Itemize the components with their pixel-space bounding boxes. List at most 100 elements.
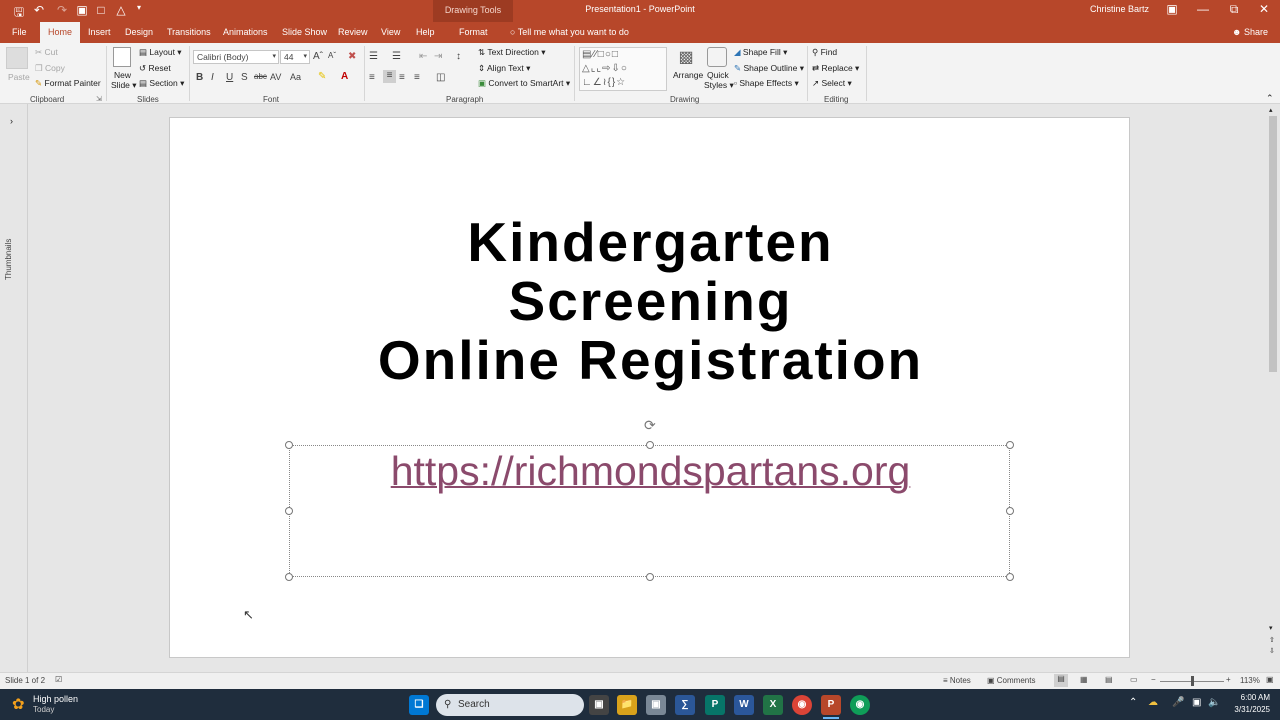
spelling-icon[interactable]: ☑ bbox=[55, 675, 62, 684]
from-beginning-icon[interactable]: ▣ bbox=[74, 3, 90, 17]
shape-outline-button[interactable]: ✎ Shape Outline ▾ bbox=[734, 63, 804, 74]
zoom-in-icon[interactable]: + bbox=[1226, 675, 1231, 684]
resize-handle[interactable] bbox=[1006, 573, 1014, 581]
tab-design[interactable]: Design bbox=[121, 25, 157, 43]
scroll-down-icon[interactable]: ▾ bbox=[1269, 624, 1273, 632]
print-preview-icon[interactable]: □ bbox=[93, 3, 109, 17]
find-button[interactable]: ⚲ Find bbox=[812, 47, 837, 58]
customize-qat-icon[interactable]: ▾ bbox=[131, 3, 147, 12]
zoom-slider-thumb[interactable] bbox=[1191, 676, 1194, 686]
convert-smartart-button[interactable]: ▣ Convert to SmartArt ▾ bbox=[478, 78, 570, 89]
comments-button[interactable]: ▣ Comments bbox=[987, 676, 1035, 685]
task-view-icon[interactable]: ▣ bbox=[589, 695, 609, 715]
char-spacing-icon[interactable]: AV bbox=[270, 72, 281, 82]
clock-time[interactable]: 6:00 AM bbox=[1226, 693, 1270, 702]
resize-handle[interactable] bbox=[285, 441, 293, 449]
decrease-indent-icon[interactable]: ⇤ bbox=[419, 51, 427, 62]
new-slide-icon[interactable] bbox=[113, 47, 131, 67]
text-direction-button[interactable]: ⇅ Text Direction ▾ bbox=[478, 47, 545, 58]
font-size-select[interactable]: 44 ▾ bbox=[280, 50, 310, 64]
resize-handle[interactable] bbox=[646, 573, 654, 581]
weather-title[interactable]: High pollen bbox=[33, 694, 78, 704]
line-spacing-icon[interactable]: ↕ bbox=[456, 51, 461, 62]
tab-home[interactable]: Home bbox=[40, 22, 81, 43]
italic-icon[interactable]: I bbox=[211, 72, 214, 83]
slide-sorter-icon[interactable]: ▦ bbox=[1080, 675, 1088, 684]
arrange-icon[interactable]: ▩ bbox=[677, 47, 695, 67]
restore-button[interactable]: ⧉ bbox=[1220, 2, 1248, 17]
shadow-icon[interactable]: S bbox=[241, 72, 248, 83]
fit-to-window-icon[interactable]: ▣ bbox=[1266, 675, 1274, 684]
slide-title[interactable]: Kindergarten Screening Online Registrati… bbox=[170, 213, 1131, 390]
zoom-out-icon[interactable]: − bbox=[1151, 675, 1156, 684]
strikethrough-icon[interactable]: abc bbox=[254, 72, 267, 81]
user-name[interactable]: Christine Bartz bbox=[1090, 4, 1149, 14]
paste-button[interactable]: Paste bbox=[8, 72, 30, 82]
minimize-button[interactable]: — bbox=[1189, 2, 1217, 16]
resize-handle[interactable] bbox=[646, 441, 654, 449]
resize-handle[interactable] bbox=[285, 507, 293, 515]
speaker-icon[interactable]: 🔈 bbox=[1208, 697, 1220, 708]
underline-icon[interactable]: U bbox=[226, 72, 233, 83]
format-painter-button[interactable]: ✎ Format Painter bbox=[35, 78, 101, 89]
font-name-select[interactable]: Calibri (Body) ▾ bbox=[193, 50, 279, 64]
bullets-icon[interactable]: ☰ bbox=[369, 51, 378, 62]
normal-view-icon[interactable]: ▤ bbox=[1054, 674, 1068, 687]
new-slide-button[interactable]: New bbox=[114, 70, 131, 80]
previous-slide-icon[interactable]: ⇧ bbox=[1269, 636, 1275, 644]
tab-help[interactable]: Help bbox=[412, 25, 439, 43]
tab-animations[interactable]: Animations bbox=[219, 25, 272, 43]
dialog-launcher-icon[interactable]: ⇲ bbox=[96, 95, 102, 103]
increase-indent-icon[interactable]: ⇥ bbox=[434, 51, 442, 62]
bold-icon[interactable]: B bbox=[196, 72, 203, 83]
next-slide-icon[interactable]: ⇩ bbox=[1269, 647, 1275, 655]
chrome-icon[interactable]: ◉ bbox=[792, 695, 812, 715]
align-text-button[interactable]: ⇕ Align Text ▾ bbox=[478, 63, 530, 74]
share-button[interactable]: ☻ Share bbox=[1228, 25, 1272, 43]
layout-button[interactable]: ▤ Layout ▾ bbox=[139, 47, 182, 58]
scroll-thumb[interactable] bbox=[1269, 116, 1277, 372]
align-right-icon[interactable]: ≡ bbox=[399, 72, 405, 83]
zoom-level[interactable]: 113% bbox=[1240, 676, 1260, 685]
taskbar-search[interactable]: ⚲ Search bbox=[436, 694, 584, 716]
numbering-icon[interactable]: ☰ bbox=[392, 51, 401, 62]
tab-insert[interactable]: Insert bbox=[84, 25, 115, 43]
reset-button[interactable]: ↺ Reset bbox=[139, 63, 171, 74]
word-icon[interactable]: W bbox=[734, 695, 754, 715]
clear-formatting-icon[interactable]: ✖ bbox=[348, 51, 356, 62]
quick-styles-dropdown[interactable]: Styles ▾ bbox=[704, 80, 734, 91]
ribbon-display-icon[interactable]: ▣ bbox=[1158, 2, 1186, 16]
rotate-handle-icon[interactable]: ⟳ bbox=[644, 417, 656, 434]
vertical-scrollbar[interactable]: ▴ ▾ ⇧ ⇩ bbox=[1266, 104, 1280, 672]
shape-fill-button[interactable]: ◢ Shape Fill ▾ bbox=[734, 47, 787, 58]
tab-slide-show[interactable]: Slide Show bbox=[278, 25, 331, 43]
slide-canvas[interactable]: Kindergarten Screening Online Registrati… bbox=[169, 117, 1130, 658]
tab-file[interactable]: File bbox=[8, 25, 31, 43]
scroll-up-icon[interactable]: ▴ bbox=[1269, 106, 1273, 114]
cut-button[interactable]: ✂ Cut bbox=[35, 47, 58, 58]
microphone-icon[interactable]: 🎤 bbox=[1172, 697, 1184, 708]
onedrive-icon[interactable]: ☁ bbox=[1148, 697, 1158, 708]
resize-handle[interactable] bbox=[1006, 441, 1014, 449]
align-left-icon[interactable]: ≡ bbox=[369, 72, 375, 83]
replace-button[interactable]: ⇄ Replace ▾ bbox=[812, 63, 859, 74]
tab-review[interactable]: Review bbox=[334, 25, 372, 43]
chrome-profile-icon[interactable]: ◉ bbox=[850, 695, 870, 715]
windows-start-icon[interactable]: ❏ bbox=[409, 695, 429, 715]
weather-icon[interactable]: ✿ bbox=[12, 695, 25, 713]
expand-thumbnails-icon[interactable]: › bbox=[10, 116, 13, 126]
clock-date[interactable]: 3/31/2025 bbox=[1226, 705, 1270, 714]
notes-button[interactable]: ≡ Notes bbox=[943, 676, 971, 685]
quick-styles-icon[interactable] bbox=[707, 47, 727, 67]
justify-icon[interactable]: ≡ bbox=[414, 72, 420, 83]
resize-handle[interactable] bbox=[285, 573, 293, 581]
file-explorer-icon[interactable]: 📁 bbox=[617, 695, 637, 715]
align-center-icon[interactable]: ≡ bbox=[383, 70, 396, 83]
tab-format[interactable]: Format bbox=[455, 25, 492, 43]
gamepad-icon[interactable]: △ bbox=[113, 3, 129, 17]
redo-icon[interactable]: ↷ bbox=[54, 3, 70, 17]
slideshow-view-icon[interactable]: ▭ bbox=[1130, 675, 1138, 684]
tab-view[interactable]: View bbox=[377, 25, 404, 43]
save-icon[interactable]: 🖫 bbox=[11, 3, 27, 24]
new-slide-dropdown[interactable]: Slide ▾ bbox=[111, 80, 137, 91]
